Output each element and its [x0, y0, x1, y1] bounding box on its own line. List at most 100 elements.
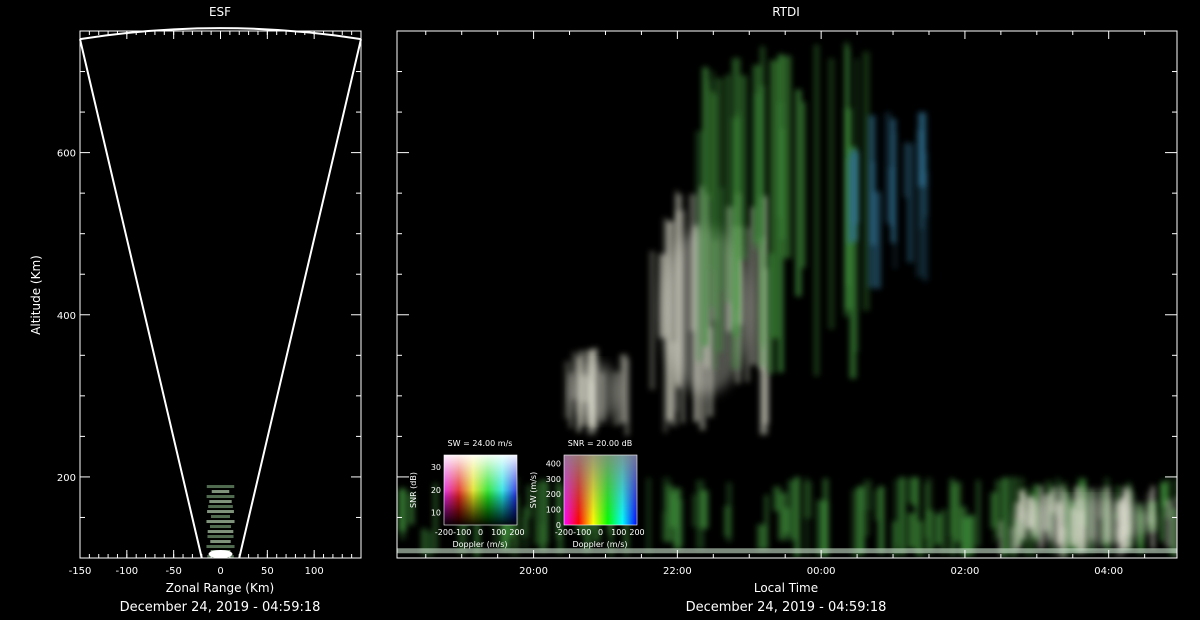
- rtdi-echo-streak: [847, 158, 854, 244]
- esf-x-tick-label: -150: [69, 566, 92, 577]
- rtdi-echo-streak: [868, 115, 873, 288]
- rtdi-echo-streak: [646, 477, 652, 555]
- rtdi-echo-region: [847, 112, 929, 289]
- esf-beam-edge-left: [79, 38, 203, 559]
- rtdi-echo-streak: [814, 44, 820, 377]
- rtdi-echo-streak: [976, 480, 981, 547]
- esf-y-tick-label: 400: [57, 311, 76, 322]
- esf-x-tick-label: 100: [305, 566, 324, 577]
- esf-y-tick-label: 600: [57, 149, 76, 160]
- esf-echo-strip: [206, 520, 235, 524]
- rtdi-echo-streak: [950, 478, 955, 556]
- rtdi-date: December 24, 2019 - 04:59:18: [686, 600, 887, 615]
- rtdi-echo-streak: [696, 480, 705, 550]
- rtdi-echo-streak: [877, 486, 885, 554]
- esf-y-tick-label: 200: [57, 473, 76, 484]
- rtdi-echo-streak: [773, 486, 782, 512]
- legend-1-y-ticks: 10 20 30: [431, 463, 441, 518]
- rtdi-x-tick-label: 20:00: [519, 566, 548, 577]
- esf-echo-strip: [207, 510, 234, 514]
- esf-echo-strip: [211, 490, 230, 494]
- esf-date: December 24, 2019 - 04:59:18: [120, 600, 321, 615]
- rtdi-echo-region: [695, 42, 870, 379]
- legend-y-tick-label: 20: [431, 486, 441, 495]
- esf-ylabel: Altitude (Km): [29, 255, 43, 335]
- rtdi-echo-streak: [893, 132, 897, 269]
- legend-x-tick-label: -200: [435, 528, 453, 537]
- legend-2-title: SNR = 20.00 dB: [568, 439, 632, 448]
- rtdi-x-tick-label: 04:00: [1094, 566, 1123, 577]
- rtdi-echo-streak: [802, 101, 806, 268]
- rtdi-echo-streak: [910, 477, 918, 506]
- esf-echo-region: [206, 485, 235, 558]
- legend-x-tick-label: 100: [491, 528, 506, 537]
- legend-y-tick-label: 100: [546, 506, 561, 515]
- rtdi-echo-streak: [795, 89, 802, 297]
- legend-2-x-ticks: -200 -100 0 100 200: [555, 528, 645, 537]
- legend-x-tick-label: 100: [611, 528, 626, 537]
- rtdi-echo-streak: [1165, 499, 1173, 548]
- rtdi-echo-streak: [675, 499, 684, 547]
- rtdi-echo-streak: [649, 251, 656, 390]
- rtdi-echo-streak: [953, 481, 962, 542]
- legend-y-tick-label: 30: [431, 463, 441, 472]
- esf-panel: ESF -150 -100 -50 0 50 100 200 400 600 Zonal Ra…: [29, 5, 362, 615]
- legend-x-tick-label: 0: [598, 528, 603, 537]
- rtdi-echo-streak: [816, 499, 822, 556]
- esf-echo-strip: [210, 540, 231, 544]
- rtdi-echo-streak: [757, 524, 766, 550]
- rtdi-bottom-band: [397, 548, 1177, 554]
- rtdi-title: RTDI: [772, 5, 800, 19]
- legend-x-tick-label: 200: [509, 528, 524, 537]
- legend-1-x-ticks: -200 -100 0 100 200: [435, 528, 525, 537]
- legend-y-tick-label: 0: [556, 521, 561, 530]
- legend-y-tick-label: 10: [431, 508, 441, 517]
- rtdi-echo-streak: [662, 477, 671, 542]
- esf-echo-strip: [207, 530, 234, 534]
- esf-echo-strip: [206, 495, 235, 499]
- esf-beam-edge-right: [238, 38, 362, 559]
- rtdi-echo-streak: [907, 512, 916, 549]
- rtdi-echo-streak: [884, 112, 892, 224]
- rtdi-echo-core: [569, 362, 620, 422]
- rtdi-echo-streak: [564, 361, 571, 419]
- legend-x-tick-label: 0: [478, 528, 483, 537]
- rtdi-echo-streak: [924, 152, 928, 217]
- rtdi-echo-streak: [966, 516, 975, 547]
- rtdi-echo-streak: [805, 477, 809, 557]
- rtdi-echo-streak: [624, 358, 630, 436]
- rtdi-echo-streak: [539, 524, 544, 552]
- esf-x-tick-label: -100: [115, 566, 138, 577]
- rtdi-echo-streak: [670, 492, 677, 528]
- rtdi-echo-streak: [726, 74, 730, 303]
- esf-title: ESF: [209, 5, 231, 19]
- rtdi-echo-streak: [915, 129, 925, 278]
- legend-x-tick-label: -100: [453, 528, 471, 537]
- rtdi-echo-streak: [739, 75, 748, 260]
- legend-y-tick-label: 200: [546, 490, 561, 499]
- rtdi-echo-streak: [828, 58, 835, 330]
- legend-2-xlabel: Doppler (m/s): [572, 540, 627, 549]
- rtdi-echo-streak: [893, 479, 901, 546]
- legend-1-ylabel: SNR (dB): [409, 472, 418, 508]
- esf-echo-strip: [209, 525, 232, 529]
- esf-echo-strip: [206, 485, 235, 489]
- rtdi-echo-core: [1014, 497, 1156, 546]
- rtdi-echo-streak: [399, 487, 406, 540]
- esf-x-tick-label: 0: [217, 566, 223, 577]
- esf-echo-strip: [208, 505, 233, 509]
- rtdi-x-tick-label: 02:00: [951, 566, 980, 577]
- rtdi-x-tick-label: 00:00: [807, 566, 836, 577]
- esf-echo-strip: [206, 545, 235, 549]
- esf-xlabel: Zonal Range (Km): [166, 581, 274, 595]
- rtdi-echo-streak: [767, 253, 775, 374]
- rtdi-echo-streak: [821, 500, 829, 557]
- rtdi-echo-streak: [726, 482, 732, 543]
- rtdi-x-tick-label: 22:00: [663, 566, 692, 577]
- legend-2-ylabel: SW (m/s): [529, 472, 538, 508]
- rtdi-echo-streak: [903, 142, 908, 198]
- rtdi-echo-streak: [865, 510, 870, 537]
- rtdi-echo-streak: [794, 476, 801, 558]
- legend-1-title: SW = 24.00 m/s: [448, 439, 513, 448]
- rtdi-echo-streak: [702, 67, 709, 347]
